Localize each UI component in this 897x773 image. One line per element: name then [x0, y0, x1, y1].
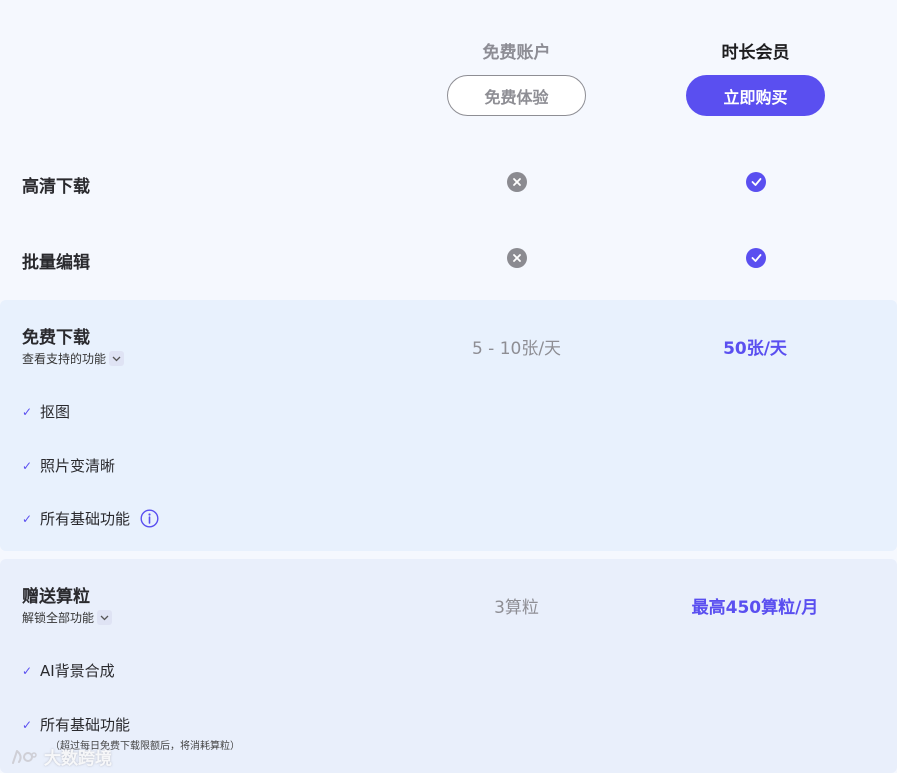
watermark-logo-icon [12, 749, 37, 764]
vip-download-quota: 50张/天 [723, 339, 787, 359]
feature-batch-edit-label: 批量编辑 [22, 253, 90, 273]
watermark-text: 大数跨境 [44, 749, 112, 769]
chevron-down-icon [109, 351, 125, 366]
checkmark-icon: ✓ [22, 511, 33, 526]
vip-plan-title: 时长会员 [721, 43, 790, 63]
check-icon [746, 248, 766, 268]
view-features-toggle[interactable]: 查看支持的功能 [22, 350, 125, 367]
info-icon[interactable] [140, 509, 159, 528]
feature-hd-download-label: 高清下载 [22, 177, 90, 197]
list-item-label: AI背景合成 [40, 662, 115, 680]
x-icon [507, 172, 527, 192]
list-item-label: 照片变清晰 [40, 457, 116, 475]
free-download-quota: 5 - 10张/天 [471, 339, 562, 359]
chevron-down-icon [97, 610, 113, 625]
buy-now-button[interactable]: 立即购买 [686, 75, 825, 116]
checkmark-icon: ✓ [22, 458, 33, 473]
vip-credits-value: 最高450算粒/月 [691, 598, 819, 618]
free-plan-title: 免费账户 [482, 43, 551, 63]
list-item-label: 抠图 [40, 403, 71, 421]
checkmark-icon: ✓ [22, 404, 33, 419]
list-item: ✓ 所有基础功能 [22, 714, 130, 735]
watermark: 大数跨境 [10, 744, 112, 769]
free-trial-button[interactable]: 免费体验 [447, 75, 586, 116]
list-item: ✓ 抠图 [22, 401, 70, 422]
free-credits-value: 3算粒 [494, 598, 539, 618]
x-icon [507, 248, 527, 268]
list-item: ✓ 照片变清晰 [22, 455, 115, 476]
list-item-label: 所有基础功能 [40, 716, 131, 734]
check-icon [746, 172, 766, 192]
view-features-label: 查看支持的功能 [22, 352, 107, 366]
download-quota-title: 免费下载 [22, 328, 90, 348]
checkmark-icon: ✓ [22, 717, 33, 732]
list-item-label: 所有基础功能 [40, 510, 131, 528]
checkmark-icon: ✓ [22, 663, 33, 678]
credits-title: 赠送算粒 [22, 587, 90, 607]
unlock-features-label: 解锁全部功能 [22, 611, 95, 625]
list-item: ✓ 所有基础功能 [22, 508, 159, 529]
unlock-features-toggle[interactable]: 解锁全部功能 [22, 609, 113, 626]
list-item: ✓ AI背景合成 [22, 660, 115, 681]
